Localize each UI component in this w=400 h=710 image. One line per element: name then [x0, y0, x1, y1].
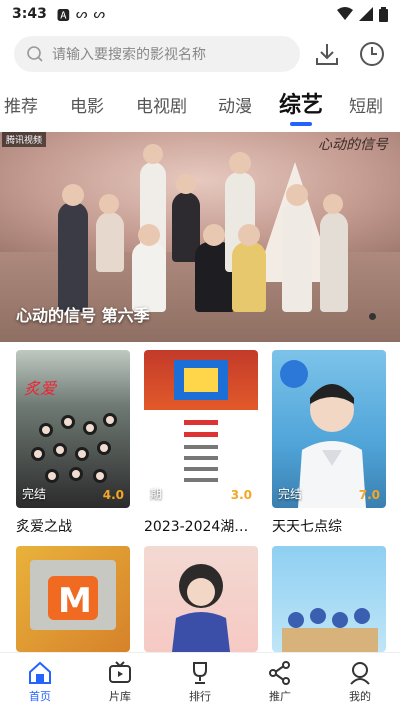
nav-library-label: 片库 [109, 689, 131, 703]
banner-figure [96, 212, 124, 272]
bug-icon: ᔕ [75, 6, 88, 22]
trophy-icon [193, 661, 207, 684]
tab-short-drama[interactable]: 短剧 [349, 92, 383, 117]
tab-tv-series[interactable]: 电视剧 [136, 92, 187, 117]
poster-art [172, 564, 230, 652]
share-icon [269, 660, 290, 685]
video-card[interactable]: 完结 7.0 天天七点综 [272, 350, 386, 536]
search-icon [27, 46, 43, 62]
banner-figure [232, 242, 266, 312]
bug-icon: ᔕ [93, 6, 106, 22]
nav-home[interactable]: 首页 [0, 653, 80, 710]
nav-profile-label: 我的 [349, 689, 371, 703]
tv-icon [109, 660, 131, 683]
banner-figure [58, 202, 88, 312]
history-clock-icon[interactable] [358, 40, 386, 68]
video-score: 7.0 [358, 488, 380, 502]
video-poster: 炙爱 完结 4.0 [16, 350, 130, 508]
video-card[interactable]: 炙爱 完结 4.0 炙爱之战 [16, 350, 130, 536]
active-tab-indicator [290, 122, 312, 126]
banner-show-logo: 心动的信号 [318, 137, 388, 153]
nav-promote-label: 推广 [269, 689, 291, 703]
video-poster [272, 546, 386, 652]
video-card[interactable] [144, 546, 258, 652]
video-status: 完结 [278, 487, 303, 501]
search-row: 请输入要搜索的影视名称 [0, 36, 400, 74]
video-card[interactable]: 期 3.0 2023-2024湖… [144, 350, 258, 536]
banner-figure-head [203, 224, 225, 246]
video-card[interactable]: M [16, 546, 130, 652]
video-poster: 期 3.0 [144, 350, 258, 508]
nav-profile[interactable]: 我的 [320, 653, 400, 710]
video-score: 3.0 [230, 488, 252, 502]
nav-promote[interactable]: 推广 [240, 653, 320, 710]
banner-figure-head [62, 184, 84, 206]
poster-art: M [30, 560, 116, 630]
video-status: 期 [150, 487, 163, 501]
banner-figure-head [229, 152, 251, 174]
banner-figure [320, 212, 348, 312]
tab-anime[interactable]: 动漫 [218, 92, 252, 117]
a-icon: 🅰 [56, 8, 70, 24]
tab-recommend[interactable]: 推荐 [4, 92, 38, 117]
status-time: 3:43 [12, 6, 47, 22]
video-title: 炙爱之战 [16, 519, 72, 535]
home-icon [29, 661, 51, 684]
banner-figure-head [286, 184, 308, 206]
wifi-icon [337, 7, 353, 20]
banner-figure-head [238, 224, 260, 246]
download-icon[interactable] [313, 40, 341, 68]
video-title: 2023-2024湖… [144, 519, 249, 535]
banner-figure-head [323, 194, 343, 214]
user-icon [350, 661, 370, 685]
video-poster: M [16, 546, 130, 652]
banner-figure-head [176, 174, 196, 194]
nav-ranking[interactable]: 排行 [160, 653, 240, 710]
video-card[interactable] [272, 546, 386, 652]
video-score: 4.0 [102, 488, 124, 502]
search-placeholder: 请输入要搜索的影视名称 [52, 47, 206, 63]
video-title: 天天七点综 [272, 519, 342, 535]
banner-figure [282, 202, 312, 312]
video-poster: 完结 7.0 [272, 350, 386, 508]
battery-icon [379, 6, 388, 22]
bottom-nav: 首页 片库 排行 推广 我的 [0, 652, 400, 710]
category-tabs: 推荐 电影 电视剧 动漫 综艺 短剧 [0, 84, 400, 124]
banner-figure-head [99, 194, 119, 214]
nav-home-label: 首页 [29, 689, 51, 703]
video-status: 完结 [22, 487, 47, 501]
video-poster [144, 546, 258, 652]
nav-ranking-label: 排行 [189, 689, 211, 703]
banner-platform-logo: 腾讯视频 [2, 132, 47, 147]
banner-figure-head [138, 224, 160, 246]
poster-art [282, 608, 378, 652]
tab-movie[interactable]: 电影 [70, 92, 104, 117]
svg-text:M: M [58, 581, 92, 621]
svg-text:炙爱: 炙爱 [24, 379, 58, 398]
cell-signal-icon [359, 7, 373, 21]
nav-library[interactable]: 片库 [80, 653, 160, 710]
banner-figure-head [143, 144, 163, 164]
banner-page-indicator [369, 313, 376, 320]
featured-banner[interactable]: 腾讯视频 心动的信号 心动的信号 第六季 [0, 132, 400, 342]
tab-variety[interactable]: 综艺 [279, 87, 323, 119]
banner-caption: 心动的信号 第六季 [16, 306, 150, 325]
search-input[interactable]: 请输入要搜索的影视名称 [14, 36, 300, 72]
status-bar: 3:43 🅰 ᔕ ᔕ [0, 0, 400, 28]
